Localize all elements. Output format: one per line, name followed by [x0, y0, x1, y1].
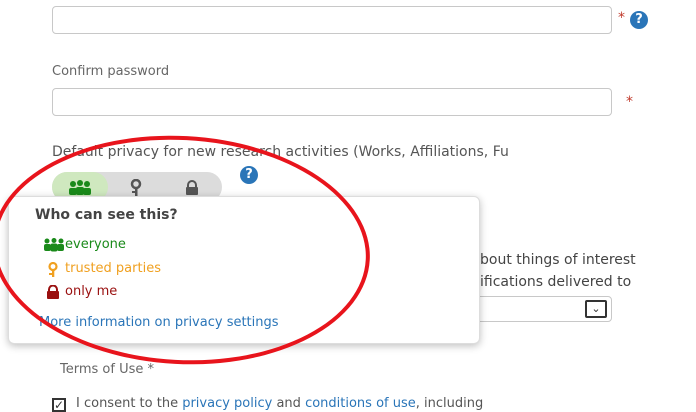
option-trusted-parties[interactable]: trusted parties [48, 261, 161, 277]
notifications-frequency-select[interactable]: ⌄ [460, 296, 612, 322]
terms-of-use-label: Terms of Use * [60, 362, 154, 377]
notifications-text-line1: bout things of interest [480, 252, 636, 268]
privacy-policy-link[interactable]: privacy policy [182, 396, 272, 411]
key-icon [130, 178, 142, 196]
password-required-marker: * [618, 10, 625, 26]
group-icon [69, 179, 91, 195]
more-info-privacy-link[interactable]: More information on privacy settings [39, 315, 279, 330]
group-icon [44, 238, 64, 252]
password-help-icon[interactable]: ? [630, 11, 648, 29]
consent-checkbox[interactable]: ✓ [52, 398, 66, 412]
confirm-password-label: Confirm password [52, 64, 170, 79]
confirm-password-required-marker: * [626, 94, 633, 110]
popup-title: Who can see this? [35, 207, 178, 223]
default-privacy-label: Default privacy for new research activit… [52, 144, 509, 160]
lock-icon [186, 179, 198, 195]
chevron-down-icon: ⌄ [585, 300, 607, 318]
password-input[interactable] [52, 6, 612, 34]
option-everyone[interactable]: everyone [44, 237, 126, 252]
privacy-popup: Who can see this? everyone trusted parti… [8, 196, 480, 344]
confirm-password-input[interactable] [52, 88, 612, 116]
option-label: only me [65, 284, 118, 299]
consent-text: I consent to the privacy policy and cond… [76, 396, 483, 411]
option-only-me[interactable]: only me [47, 284, 118, 299]
notifications-text-line2: ifications delivered to [480, 274, 632, 290]
key-icon [48, 262, 58, 277]
conditions-of-use-link[interactable]: conditions of use [305, 396, 416, 411]
consent-prefix: I consent to the [76, 396, 183, 411]
option-label: everyone [65, 237, 126, 252]
consent-suffix: , including [415, 396, 484, 411]
lock-icon [47, 285, 59, 299]
privacy-help-icon[interactable]: ? [240, 166, 258, 184]
option-label: trusted parties [65, 261, 161, 276]
consent-and: and [272, 396, 306, 411]
